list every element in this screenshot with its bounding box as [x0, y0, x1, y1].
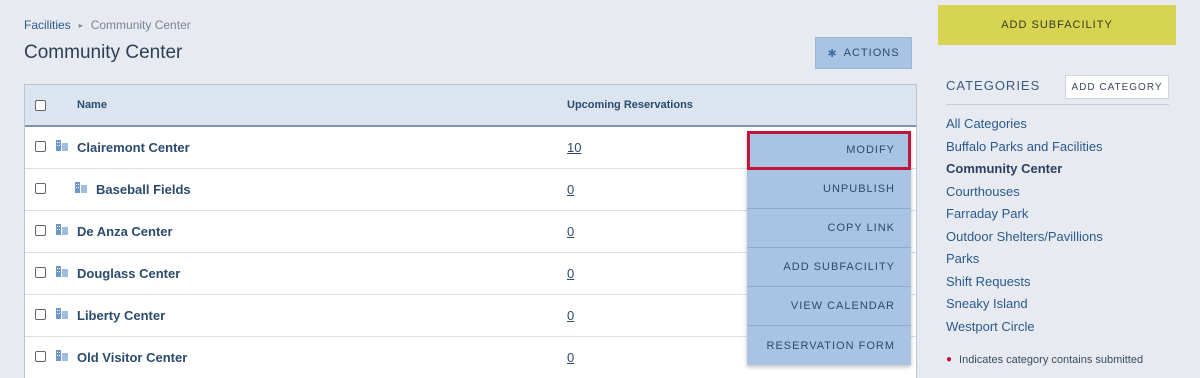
breadcrumb-facilities-link[interactable]: Facilities	[24, 18, 71, 32]
category-link-active[interactable]: Community Center	[946, 161, 1103, 184]
breadcrumb-separator-icon: ▸	[78, 20, 83, 30]
breadcrumb: Facilities ▸ Community Center	[24, 18, 191, 32]
breadcrumb-current: Community Center	[90, 18, 191, 32]
legend-note-text: Indicates category contains submitted	[959, 354, 1144, 366]
menu-item-reservation-form[interactable]: RESERVATION FORM	[747, 326, 911, 365]
building-icon	[56, 350, 68, 361]
category-link[interactable]: All Categories	[946, 116, 1103, 139]
building-icon	[56, 308, 68, 319]
facility-name-link[interactable]: Liberty Center	[77, 308, 165, 323]
red-dot-icon: ●	[946, 354, 953, 365]
reservation-count-link[interactable]: 10	[567, 140, 581, 155]
menu-item-copy-link[interactable]: COPY LINK	[747, 209, 911, 248]
legend-note: ● Indicates category contains submitted	[946, 354, 1143, 366]
row-checkbox[interactable]	[35, 183, 46, 194]
categories-divider	[946, 104, 1169, 105]
row-actions-menu: MODIFY UNPUBLISH COPY LINK ADD SUBFACILI…	[747, 131, 911, 365]
row-checkbox[interactable]	[35, 309, 46, 320]
actions-button[interactable]: ✱ ACTIONS	[815, 37, 912, 69]
category-link[interactable]: Sneaky Island	[946, 296, 1103, 319]
gear-icon: ✱	[827, 47, 838, 60]
categories-heading: CATEGORIES	[946, 78, 1041, 93]
reservation-count-link[interactable]: 0	[567, 224, 574, 239]
add-category-button[interactable]: ADD CATEGORY	[1065, 75, 1169, 99]
row-checkbox[interactable]	[35, 225, 46, 236]
row-checkbox[interactable]	[35, 141, 46, 152]
reservation-count-link[interactable]: 0	[567, 266, 574, 281]
facility-name-link[interactable]: Old Visitor Center	[77, 350, 187, 365]
row-checkbox[interactable]	[35, 351, 46, 362]
menu-item-add-subfacility[interactable]: ADD SUBFACILITY	[747, 248, 911, 287]
add-subfacility-button[interactable]: ADD SUBFACILITY	[938, 5, 1176, 45]
reservation-count-link[interactable]: 0	[567, 308, 574, 323]
building-icon	[56, 266, 68, 277]
category-link[interactable]: Westport Circle	[946, 319, 1103, 342]
category-link[interactable]: Buffalo Parks and Facilities	[946, 139, 1103, 162]
select-all-checkbox[interactable]	[35, 100, 46, 111]
facility-name-link[interactable]: Douglass Center	[77, 266, 180, 281]
category-link[interactable]: Shift Requests	[946, 274, 1103, 297]
category-link[interactable]: Outdoor Shelters/Pavillions	[946, 229, 1103, 252]
category-link[interactable]: Farraday Park	[946, 206, 1103, 229]
reservation-count-link[interactable]: 0	[567, 182, 574, 197]
row-checkbox[interactable]	[35, 267, 46, 278]
menu-item-modify[interactable]: MODIFY	[747, 131, 911, 170]
facility-name-link[interactable]: De Anza Center	[77, 224, 173, 239]
reservation-count-link[interactable]: 0	[567, 350, 574, 365]
building-icon	[75, 182, 87, 193]
category-link[interactable]: Parks	[946, 251, 1103, 274]
table-header: Name Upcoming Reservations	[25, 85, 916, 127]
menu-item-unpublish[interactable]: UNPUBLISH	[747, 170, 911, 209]
facility-name-link[interactable]: Baseball Fields	[96, 182, 191, 197]
column-header-reservations[interactable]: Upcoming Reservations	[567, 99, 693, 111]
categories-list: All Categories Buffalo Parks and Facilit…	[946, 116, 1103, 341]
menu-item-view-calendar[interactable]: VIEW CALENDAR	[747, 287, 911, 326]
building-icon	[56, 140, 68, 151]
building-icon	[56, 224, 68, 235]
column-header-name[interactable]: Name	[77, 99, 107, 111]
page-title: Community Center	[24, 42, 183, 63]
actions-label: ACTIONS	[843, 47, 900, 59]
facility-name-link[interactable]: Clairemont Center	[77, 140, 190, 155]
category-link[interactable]: Courthouses	[946, 184, 1103, 207]
